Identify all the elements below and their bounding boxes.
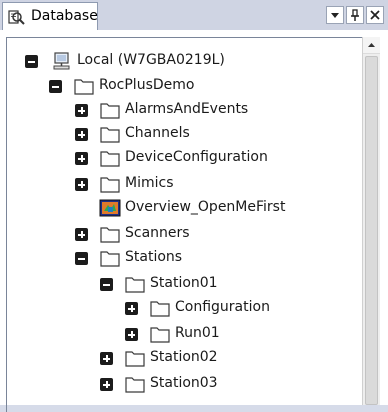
- collapse-toggle[interactable]: [49, 80, 62, 93]
- tree-node-label: Station02: [150, 349, 218, 365]
- pin-icon: [351, 9, 359, 21]
- expand-toggle[interactable]: [75, 128, 88, 141]
- tree-node-label: Configuration: [175, 299, 270, 315]
- vertical-scrollbar[interactable]: [362, 37, 380, 405]
- tree-view: Local (W7GBA0219L) RocPlusDemo AlarmsAnd…: [6, 37, 362, 412]
- collapse-toggle[interactable]: [75, 252, 88, 265]
- tree-node-label: Run01: [175, 325, 220, 341]
- computer-icon: [53, 52, 70, 70]
- expand-toggle[interactable]: [75, 228, 88, 241]
- mimic-icon: [99, 199, 121, 217]
- tree-node-label: Channels: [125, 125, 190, 141]
- folder-icon: [100, 177, 120, 193]
- folder-icon: [150, 301, 170, 317]
- tree-node-label: RocPlusDemo: [99, 77, 195, 93]
- folder-icon: [125, 351, 145, 367]
- expand-toggle[interactable]: [75, 178, 88, 191]
- database-search-icon: [8, 10, 25, 25]
- database-panel: Local (W7GBA0219L) RocPlusDemo AlarmsAnd…: [0, 30, 388, 412]
- expand-toggle[interactable]: [100, 378, 113, 391]
- folder-icon: [100, 251, 120, 267]
- tab-database[interactable]: Database: [2, 2, 98, 30]
- tree-node-label: AlarmsAndEvents: [125, 101, 249, 117]
- folder-icon: [125, 277, 145, 293]
- tree-node-label: Stations: [125, 249, 183, 265]
- folder-icon: [74, 79, 94, 95]
- tree-node-label: Overview_OpenMeFirst: [125, 199, 286, 215]
- tree-node-label: DeviceConfiguration: [125, 149, 268, 165]
- folder-icon: [100, 227, 120, 243]
- expand-toggle[interactable]: [100, 352, 113, 365]
- scroll-up-button[interactable]: [363, 37, 380, 54]
- expand-toggle[interactable]: [75, 152, 88, 165]
- folder-icon: [125, 377, 145, 393]
- collapse-toggle[interactable]: [100, 278, 113, 291]
- tree-node-label: Station01: [150, 275, 218, 291]
- expand-toggle[interactable]: [75, 104, 88, 117]
- chevron-up-icon: [368, 43, 375, 47]
- expand-toggle[interactable]: [125, 328, 138, 341]
- tree-node-label: Station03: [150, 375, 218, 391]
- dropdown-button[interactable]: [326, 6, 344, 24]
- folder-icon: [100, 151, 120, 167]
- scroll-thumb[interactable]: [365, 56, 378, 405]
- folder-icon: [100, 103, 120, 119]
- collapse-toggle[interactable]: [25, 55, 38, 68]
- close-icon: [370, 10, 380, 20]
- tab-title: Database: [31, 8, 98, 24]
- tree-node-label: Scanners: [125, 225, 190, 241]
- dropdown-icon: [331, 13, 339, 18]
- expand-toggle[interactable]: [125, 302, 138, 315]
- tab-strip: Database: [0, 0, 388, 30]
- tree-node-label: Mimics: [125, 175, 174, 191]
- close-button[interactable]: [366, 6, 384, 24]
- tree-node-label: Local (W7GBA0219L): [77, 52, 225, 68]
- folder-icon: [150, 327, 170, 343]
- folder-icon: [100, 127, 120, 143]
- pin-button[interactable]: [346, 6, 364, 24]
